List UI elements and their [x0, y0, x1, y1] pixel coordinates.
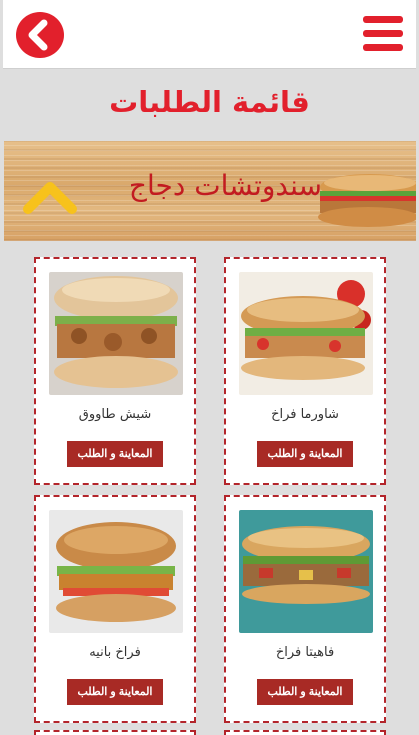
chevron-up-icon[interactable]	[22, 179, 78, 215]
product-name[interactable]: شاورما فراخ	[226, 407, 384, 422]
next-row-cards	[0, 730, 419, 735]
back-chevron-icon	[28, 19, 48, 51]
preview-order-button[interactable]: المعاينة و الطلب	[67, 679, 163, 705]
product-card[interactable]: شاورما فراخ المعاينة و الطلب	[224, 257, 386, 485]
page-title: قائمة الطلبات	[109, 85, 310, 119]
menu-bar	[363, 16, 403, 23]
preview-order-button[interactable]: المعاينة و الطلب	[67, 441, 163, 467]
product-image[interactable]	[239, 272, 373, 395]
product-image[interactable]	[49, 510, 183, 633]
sandwich-image	[318, 174, 416, 227]
preview-order-button[interactable]: المعاينة و الطلب	[257, 441, 353, 467]
back-button[interactable]	[16, 12, 64, 58]
category-title: سندوتشات دجاج	[128, 169, 322, 202]
category-banner[interactable]: سندوتشات دجاج	[4, 141, 416, 241]
product-name[interactable]: شيش طاووق	[36, 407, 194, 422]
preview-order-button[interactable]: المعاينة و الطلب	[257, 679, 353, 705]
product-card[interactable]	[34, 730, 196, 735]
product-image[interactable]	[49, 272, 183, 395]
hamburger-menu-icon[interactable]	[363, 16, 403, 52]
product-name[interactable]: فاهيتا فراخ	[226, 645, 384, 660]
menu-bar	[363, 44, 403, 51]
product-card[interactable]: فراخ بانيه المعاينة و الطلب	[34, 495, 196, 723]
product-card[interactable]: شيش طاووق المعاينة و الطلب	[34, 257, 196, 485]
menu-bar	[363, 30, 403, 37]
product-name[interactable]: فراخ بانيه	[36, 645, 194, 660]
top-bar	[3, 0, 416, 69]
product-card[interactable]	[224, 730, 386, 735]
product-image[interactable]	[239, 510, 373, 633]
product-card[interactable]: فاهيتا فراخ المعاينة و الطلب	[224, 495, 386, 723]
